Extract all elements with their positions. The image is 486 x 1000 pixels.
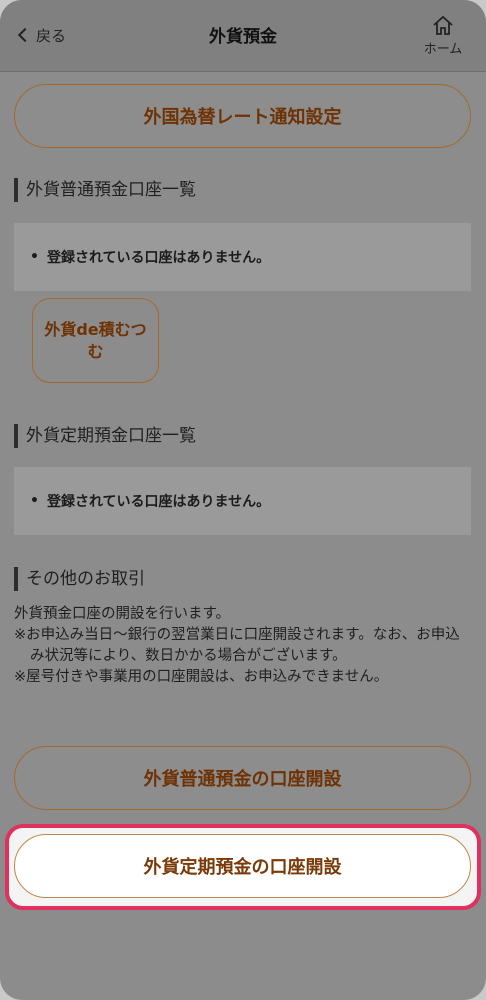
gaika-de-tsumitatsu-button[interactable]: 外貨de積むつむ — [32, 298, 159, 383]
bullet-icon: • — [30, 493, 39, 509]
home-label: ホーム — [423, 42, 463, 57]
other-transactions-title: その他のお取引 — [14, 567, 145, 591]
open-time-deposit-account-button[interactable]: 外貨定期預金の口座開設 — [14, 834, 471, 898]
description-line: 外貨預金口座の開設を行います。 — [14, 606, 231, 622]
rate-notification-button[interactable]: 外国為替レート通知設定 — [14, 84, 471, 148]
home-button[interactable]: ホーム — [418, 14, 468, 57]
rate-notification-label: 外国為替レート通知設定 — [143, 107, 342, 128]
description-note: ※屋号付きや事業用の口座開設は、お申込みできません。 — [14, 669, 389, 685]
ordinary-list-title: 外貨普通預金口座一覧 — [14, 178, 196, 202]
gaika-de-tsumitatsu-label: 外貨de積むつむ — [44, 319, 147, 361]
open-ordinary-account-button[interactable]: 外貨普通預金の口座開設 — [14, 746, 471, 810]
ordinary-empty-text: 登録されている口座はありません。 — [46, 250, 271, 266]
home-icon — [433, 15, 453, 35]
open-ordinary-label: 外貨普通預金の口座開設 — [143, 769, 342, 790]
description-note: ※お申込み当日〜銀行の翌営業日に口座開設されます。なお、お申込み状況等により、数… — [14, 627, 460, 664]
open-time-deposit-label: 外貨定期預金の口座開設 — [143, 857, 342, 878]
time-list-title: 外貨定期預金口座一覧 — [14, 424, 196, 448]
screen: 戻る 外貨預金 ホーム 外国為替レート通知設定 外貨普通預金口座一覧 • 登録さ… — [0, 0, 486, 1000]
description: 外貨預金口座の開設を行います。 ※お申込み当日〜銀行の翌営業日に口座開設されます… — [14, 604, 474, 688]
app-header: 戻る 外貨預金 ホーム — [0, 0, 486, 72]
time-empty-text: 登録されている口座はありません。 — [46, 494, 271, 510]
bullet-icon: • — [30, 249, 39, 265]
page-title: 外貨預金 — [209, 27, 277, 47]
time-empty-box: • 登録されている口座はありません。 — [14, 467, 471, 535]
ordinary-empty-box: • 登録されている口座はありません。 — [14, 223, 471, 291]
